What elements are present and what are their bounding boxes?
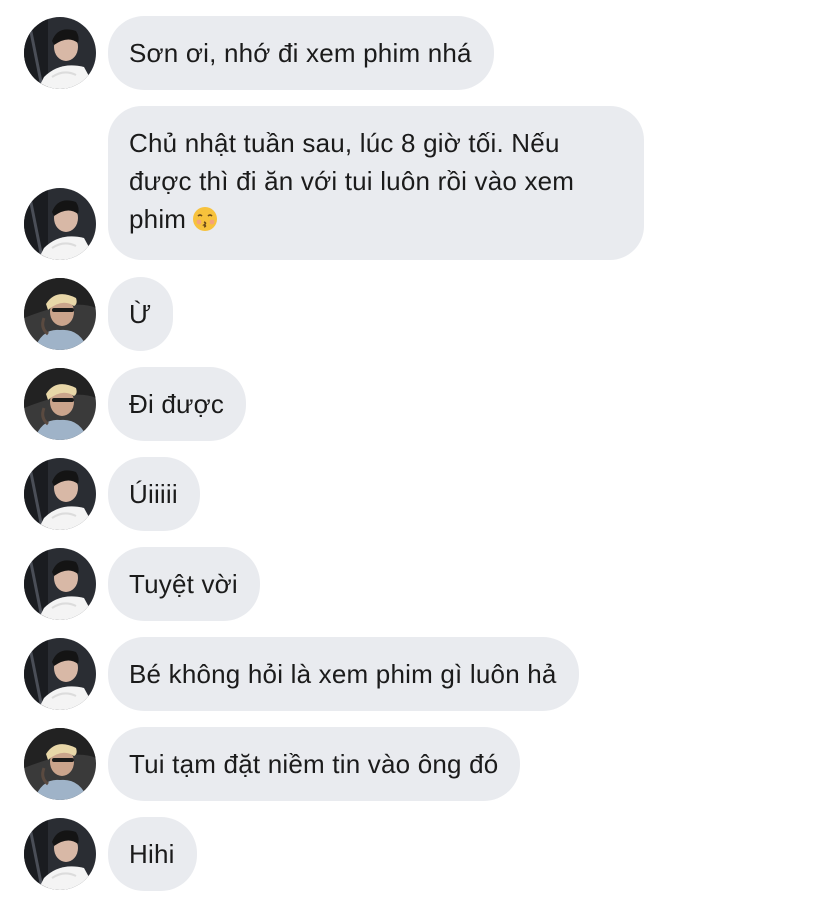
avatar[interactable] xyxy=(24,278,96,350)
kissing-face-emoji-icon xyxy=(193,207,218,231)
message-row: Sơn ơi, nhớ đi xem phim nhá xyxy=(0,16,828,90)
avatar[interactable] xyxy=(24,548,96,620)
message-bubble[interactable]: Đi được xyxy=(108,367,247,441)
message-bubble[interactable]: Sơn ơi, nhớ đi xem phim nhá xyxy=(108,16,494,90)
avatar[interactable] xyxy=(24,17,96,89)
avatar[interactable] xyxy=(24,818,96,890)
avatar[interactable] xyxy=(24,458,96,530)
avatar[interactable] xyxy=(24,368,96,440)
message-text: Sơn ơi, nhớ đi xem phim nhá xyxy=(129,38,472,68)
message-row: Tui tạm đặt niềm tin vào ông đó xyxy=(0,727,828,801)
message-text: Tui tạm đặt niềm tin vào ông đó xyxy=(129,749,499,779)
message-row: Chủ nhật tuần sau, lúc 8 giờ tối. Nếu đư… xyxy=(0,106,828,260)
message-bubble[interactable]: Tui tạm đặt niềm tin vào ông đó xyxy=(108,727,521,801)
message-text: Bé không hỏi là xem phim gì luôn hả xyxy=(129,659,557,689)
message-text: Đi được xyxy=(129,389,225,419)
message-row: Đi được xyxy=(0,367,828,441)
message-text: Hihi xyxy=(129,839,175,869)
message-text: Úiiiii xyxy=(129,479,178,509)
avatar[interactable] xyxy=(24,728,96,800)
message-bubble[interactable]: Tuyệt vời xyxy=(108,547,260,621)
message-row: Bé không hỏi là xem phim gì luôn hả xyxy=(0,637,828,711)
message-bubble[interactable]: Bé không hỏi là xem phim gì luôn hả xyxy=(108,637,579,711)
message-row: Úiiiii xyxy=(0,457,828,531)
message-bubble[interactable]: Ừ xyxy=(108,277,174,351)
avatar[interactable] xyxy=(24,188,96,260)
message-row: Ừ xyxy=(0,277,828,351)
message-bubble[interactable]: Hihi xyxy=(108,817,197,891)
message-text: Tuyệt vời xyxy=(129,569,238,599)
message-text: Ừ xyxy=(129,299,152,329)
message-row: Tuyệt vời xyxy=(0,547,828,621)
message-row: Hihi xyxy=(0,817,828,891)
message-bubble[interactable]: Chủ nhật tuần sau, lúc 8 giờ tối. Nếu đư… xyxy=(108,106,644,260)
avatar[interactable] xyxy=(24,638,96,710)
message-bubble[interactable]: Úiiiii xyxy=(108,457,200,531)
